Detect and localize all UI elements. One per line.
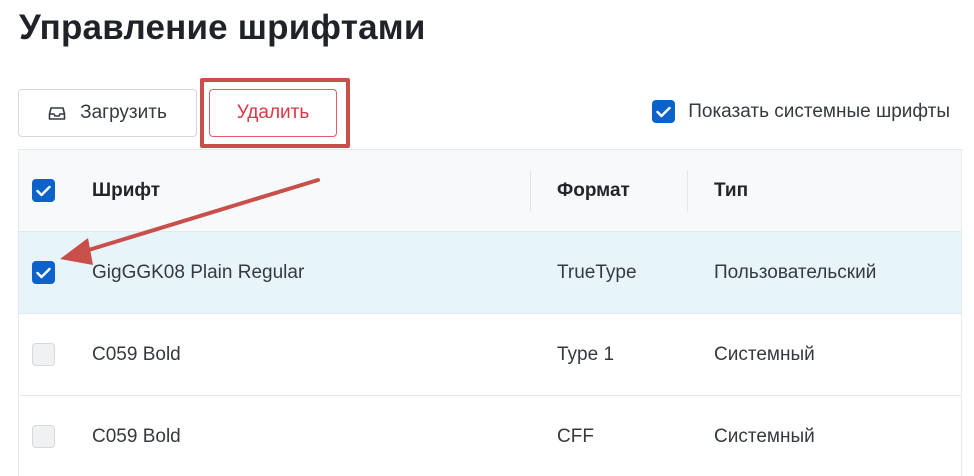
font-name-cell: GigGGK08 Plain Regular xyxy=(92,261,305,283)
font-name-cell: C059 Bold xyxy=(92,343,181,365)
delete-button[interactable]: Удалить xyxy=(209,89,337,137)
column-divider[interactable] xyxy=(530,170,531,212)
column-header-font[interactable]: Шрифт xyxy=(92,150,160,231)
font-type-cell: Пользовательский xyxy=(714,261,877,283)
column-header-type[interactable]: Тип xyxy=(714,150,748,231)
font-format-cell: CFF xyxy=(557,425,594,447)
font-name-cell: C059 Bold xyxy=(92,425,181,447)
table-header-row: Шрифт Формат Тип xyxy=(19,150,961,232)
select-all-checkbox[interactable] xyxy=(32,179,55,202)
row-checkbox[interactable] xyxy=(32,425,55,448)
font-type-cell: Системный xyxy=(714,425,815,447)
column-divider[interactable] xyxy=(687,170,688,212)
row-checkbox-cell xyxy=(32,232,55,313)
table-row[interactable]: C059 Bold Type 1 Системный xyxy=(19,314,961,396)
row-checkbox[interactable] xyxy=(32,261,55,284)
font-type-cell: Системный xyxy=(714,343,815,365)
row-checkbox[interactable] xyxy=(32,343,55,366)
select-all-cell xyxy=(32,150,55,231)
table-row[interactable]: GigGGK08 Plain Regular TrueType Пользова… xyxy=(19,232,961,314)
page-title: Управление шрифтами xyxy=(19,8,426,47)
upload-button[interactable]: Загрузить xyxy=(18,89,197,137)
font-format-cell: TrueType xyxy=(557,261,637,283)
upload-tray-icon xyxy=(48,104,66,122)
upload-button-label: Загрузить xyxy=(80,102,167,123)
table-row[interactable]: C059 Bold CFF Системный xyxy=(19,396,961,476)
row-checkbox-cell xyxy=(32,314,55,395)
row-checkbox-cell xyxy=(32,396,55,476)
show-system-fonts-checkbox[interactable] xyxy=(652,100,676,123)
font-management-page: Управление шрифтами Загрузить Удалить По… xyxy=(0,0,974,476)
show-system-fonts-label: Показать системные шрифты xyxy=(688,100,950,122)
delete-button-label: Удалить xyxy=(236,102,310,123)
fonts-table: Шрифт Формат Тип GigGGK08 Plain Regular … xyxy=(18,149,962,476)
column-header-format[interactable]: Формат xyxy=(557,150,630,231)
font-format-cell: Type 1 xyxy=(557,343,615,365)
show-system-fonts-toggle[interactable]: Показать системные шрифты xyxy=(652,100,950,123)
